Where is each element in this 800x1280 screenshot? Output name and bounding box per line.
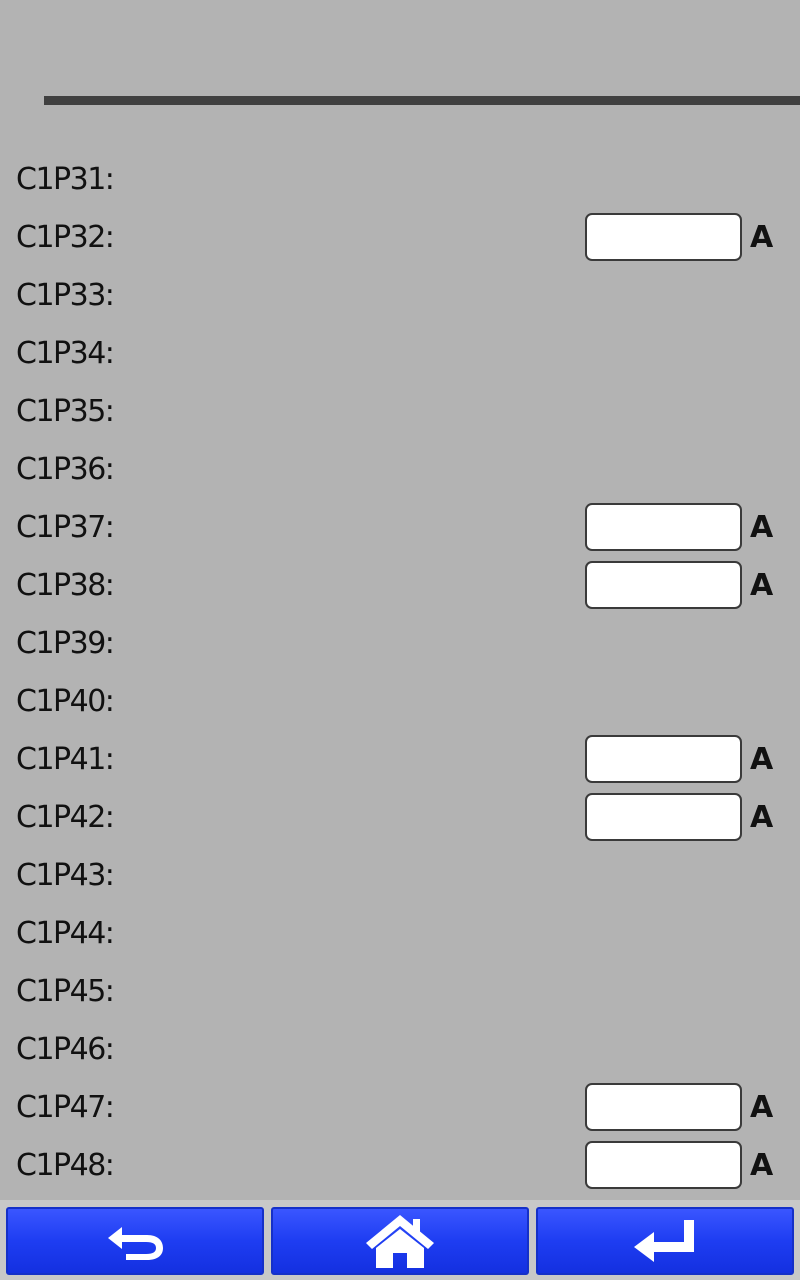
parameter-row: C1P40: xyxy=(0,673,800,731)
parameter-label: C1P34: xyxy=(16,336,115,371)
parameter-row: C1P47: A xyxy=(0,1079,800,1137)
parameter-row: C1P32: A xyxy=(0,209,800,267)
parameter-label: C1P33: xyxy=(16,278,115,313)
parameter-value-input[interactable] xyxy=(585,1141,742,1189)
parameter-row: C1P33: xyxy=(0,267,800,325)
enter-button[interactable] xyxy=(536,1207,794,1275)
parameter-value-input[interactable] xyxy=(585,561,742,609)
parameter-row: C1P37: A xyxy=(0,499,800,557)
parameter-row: C1P46: xyxy=(0,1021,800,1079)
parameter-row: C1P44: xyxy=(0,905,800,963)
parameter-list: C1P31: C1P32: A C1P33: C1P34: C1P35: C1P36: C1P… xyxy=(0,151,800,1195)
parameter-row: C1P34: xyxy=(0,325,800,383)
parameter-row: C1P38: A xyxy=(0,557,800,615)
home-icon xyxy=(366,1215,434,1268)
bottom-nav-bar xyxy=(0,1200,800,1280)
parameter-value-input[interactable] xyxy=(585,735,742,783)
parameter-label: C1P36: xyxy=(16,452,115,487)
parameter-label: C1P31: xyxy=(16,162,115,197)
parameter-row: C1P31: xyxy=(0,151,800,209)
parameter-label: C1P43: xyxy=(16,858,115,893)
parameter-row: C1P39: xyxy=(0,615,800,673)
parameter-label: C1P38: xyxy=(16,568,115,603)
unit-label: A xyxy=(750,568,774,603)
unit-label: A xyxy=(750,1090,774,1125)
parameter-value-input[interactable] xyxy=(585,213,742,261)
enter-return-icon xyxy=(634,1220,694,1262)
unit-label: A xyxy=(750,800,774,835)
back-arrow-icon xyxy=(108,1227,163,1260)
parameter-label: C1P41: xyxy=(16,742,115,777)
back-button[interactable] xyxy=(6,1207,264,1275)
parameter-label: C1P42: xyxy=(16,800,115,835)
parameter-row: C1P43: xyxy=(0,847,800,905)
unit-label: A xyxy=(750,510,774,545)
unit-label: A xyxy=(750,742,774,777)
parameter-row: C1P36: xyxy=(0,441,800,499)
header-divider xyxy=(44,96,800,105)
parameter-value-input[interactable] xyxy=(585,1083,742,1131)
parameter-value-input[interactable] xyxy=(585,503,742,551)
parameter-label: C1P35: xyxy=(16,394,115,429)
unit-label: A xyxy=(750,1148,774,1183)
parameter-label: C1P45: xyxy=(16,974,115,1009)
parameter-label: C1P47: xyxy=(16,1090,115,1125)
parameter-row: C1P45: xyxy=(0,963,800,1021)
parameter-row: C1P41: A xyxy=(0,731,800,789)
parameter-label: C1P48: xyxy=(16,1148,115,1183)
home-button[interactable] xyxy=(271,1207,529,1275)
parameter-label: C1P32: xyxy=(16,220,115,255)
parameter-label: C1P37: xyxy=(16,510,115,545)
parameter-row: C1P35: xyxy=(0,383,800,441)
parameter-label: C1P46: xyxy=(16,1032,115,1067)
parameter-value-input[interactable] xyxy=(585,793,742,841)
parameter-label: C1P40: xyxy=(16,684,115,719)
parameter-label: C1P39: xyxy=(16,626,115,661)
parameter-row: C1P48: A xyxy=(0,1137,800,1195)
parameter-row: C1P42: A xyxy=(0,789,800,847)
unit-label: A xyxy=(750,220,774,255)
parameter-label: C1P44: xyxy=(16,916,115,951)
